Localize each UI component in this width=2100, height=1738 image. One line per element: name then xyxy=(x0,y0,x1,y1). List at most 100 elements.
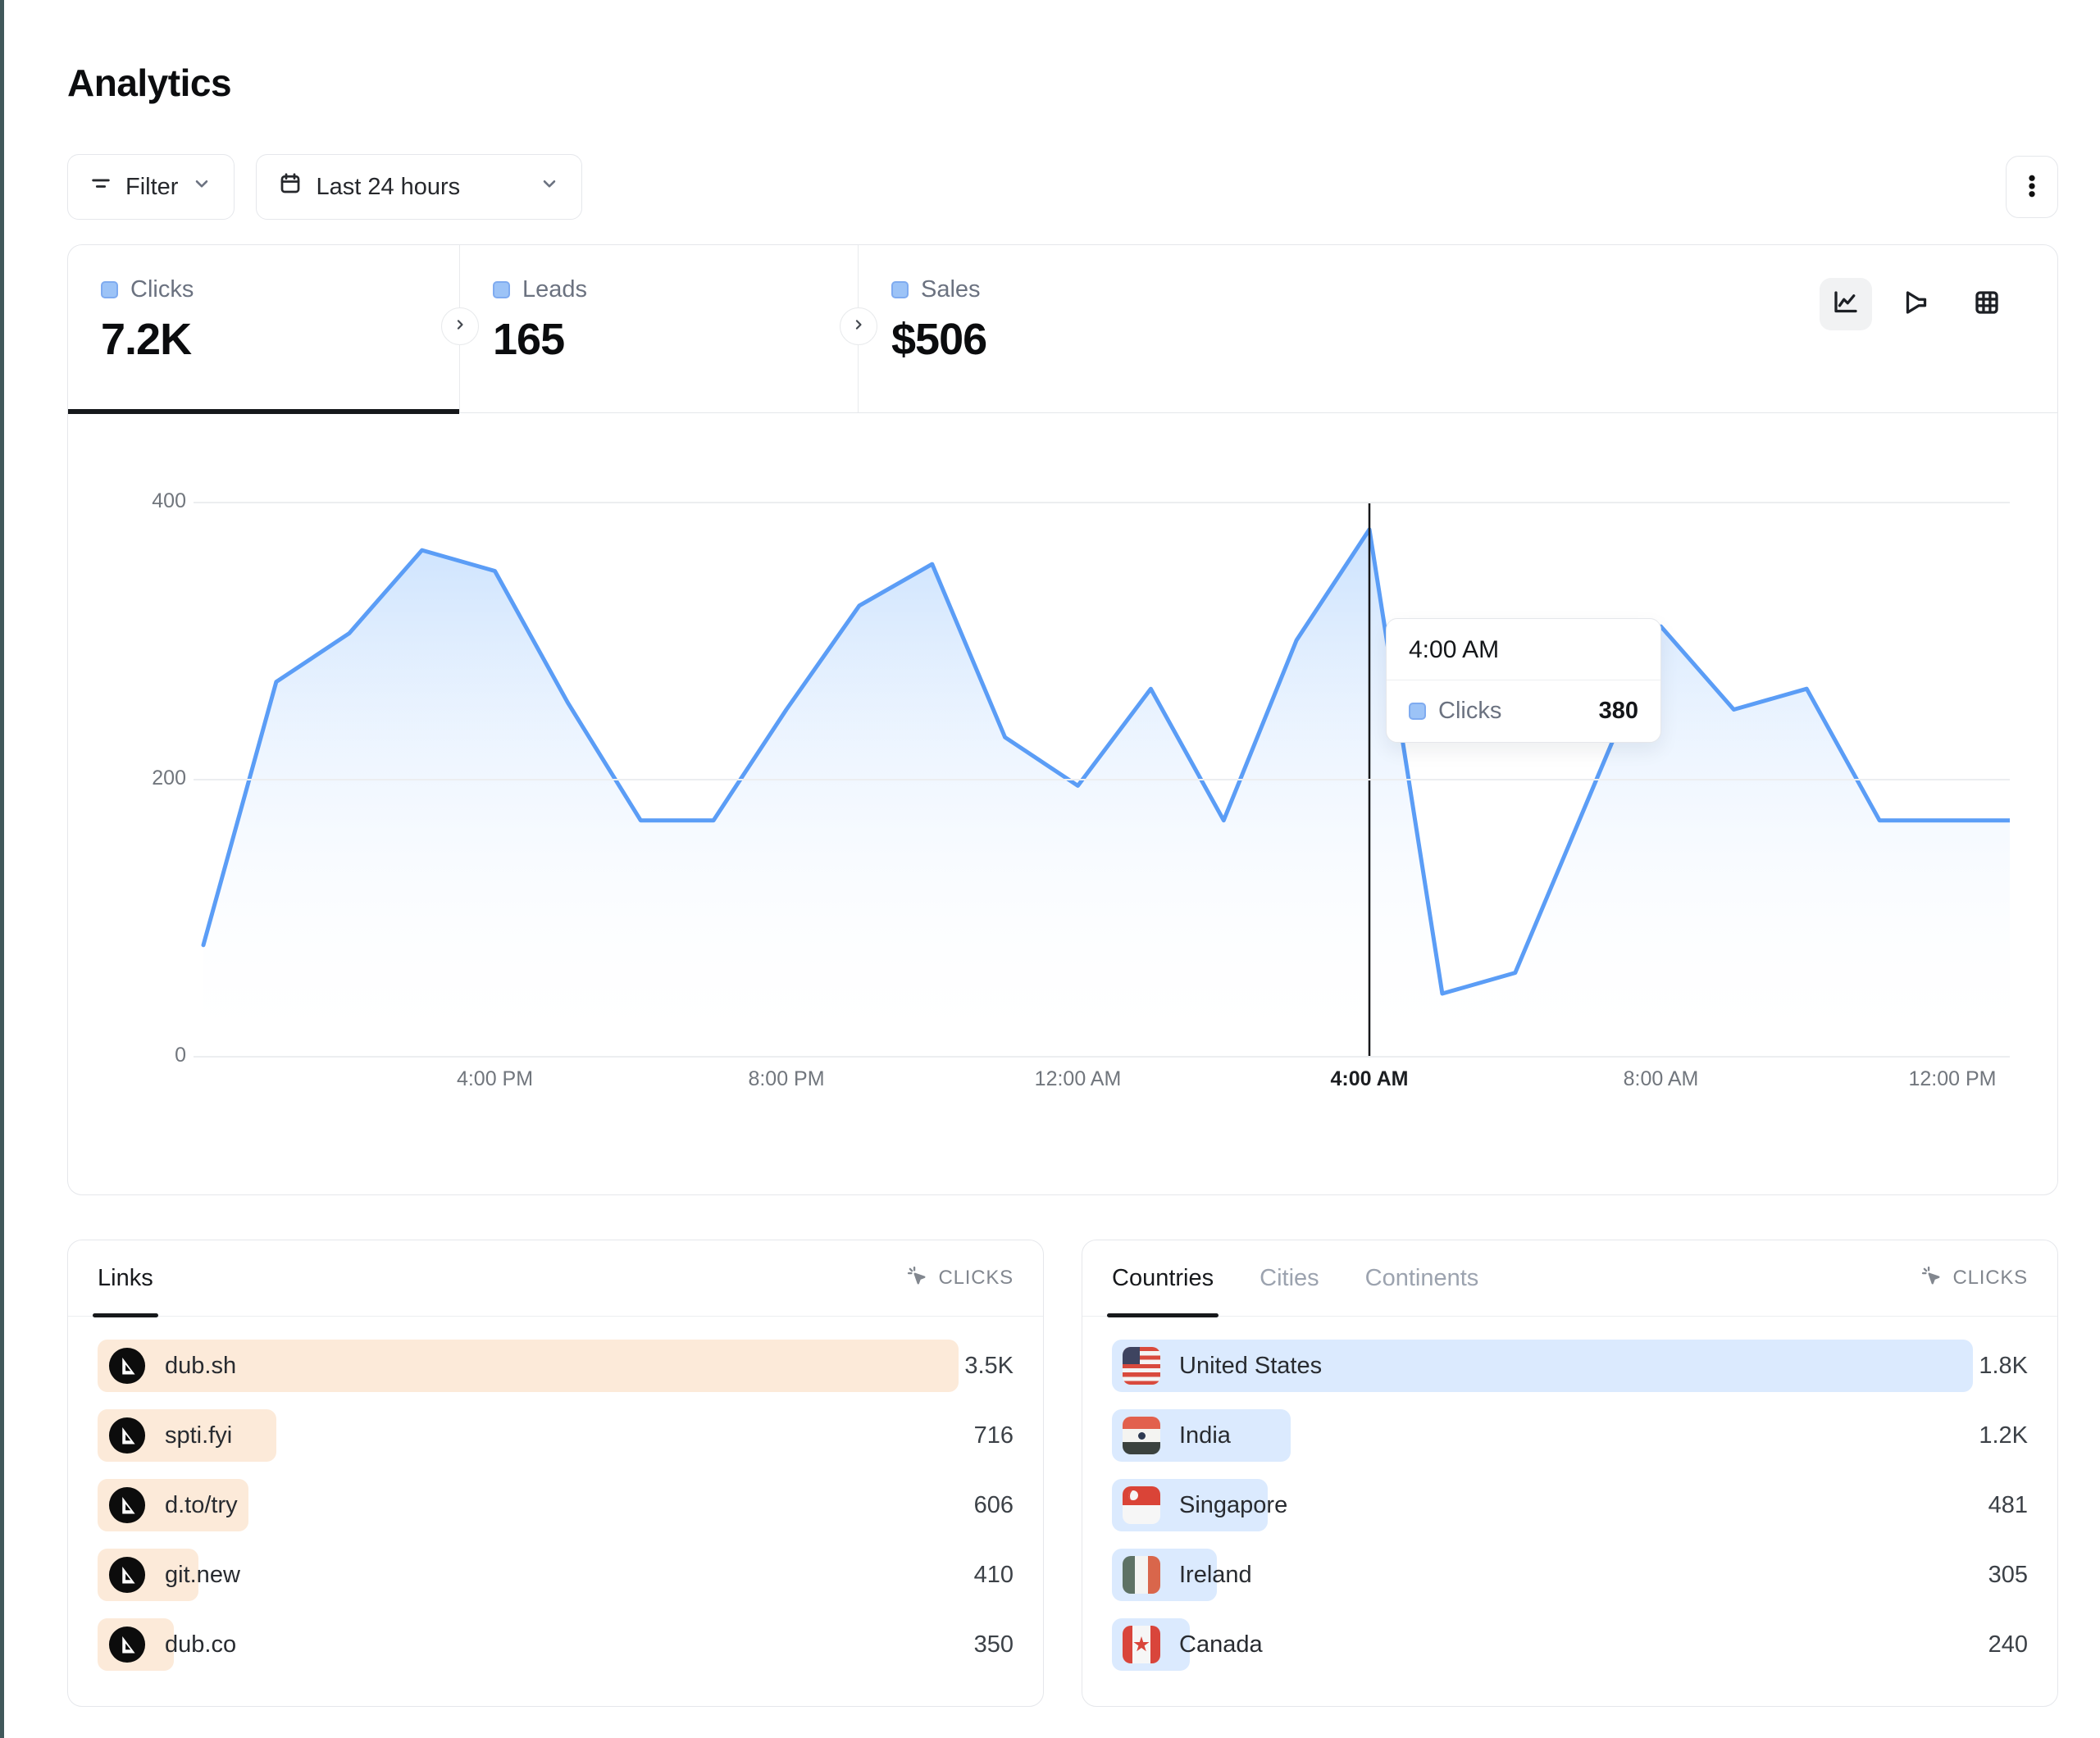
list-item[interactable]: United States 1.8K xyxy=(1112,1340,2028,1392)
calendar-icon xyxy=(278,171,303,202)
chart-type-switcher xyxy=(1820,278,2013,330)
list-item[interactable]: Ireland 305 xyxy=(1112,1549,2028,1601)
kebab-menu-icon xyxy=(2020,172,2044,202)
row-label: d.to/try xyxy=(165,1492,238,1519)
row-value: 410 xyxy=(974,1562,1014,1589)
x-axis-tick-label: 12:00 PM xyxy=(1908,1067,1996,1091)
row-icon xyxy=(108,1626,146,1663)
row-icon xyxy=(1123,1417,1160,1454)
cursor-click-icon xyxy=(905,1264,928,1293)
chart-tooltip: 4:00 AM Clicks 380 xyxy=(1386,618,1661,743)
list-item[interactable]: d.to/try 606 xyxy=(98,1479,1014,1531)
clicks-time-series-chart[interactable]: 4:00 AM Clicks 380 0 200 400 4:00 PM 8:00 PM… xyxy=(68,413,2057,1194)
row-icon xyxy=(108,1556,146,1594)
expand-clicks-button[interactable] xyxy=(441,307,479,345)
tab-countries[interactable]: Countries xyxy=(1112,1240,1214,1316)
clicks-legend-chip xyxy=(101,281,118,298)
filter-icon xyxy=(89,172,112,202)
list-item[interactable]: Singapore 481 xyxy=(1112,1479,2028,1531)
funnel-icon xyxy=(1902,288,1931,321)
clicks-value: 7.2K xyxy=(101,314,459,365)
list-item[interactable]: git.new 410 xyxy=(98,1549,1014,1601)
row-label: Singapore xyxy=(1179,1492,1287,1519)
dub-logo-icon xyxy=(108,1486,146,1524)
x-axis-tick-label: 12:00 AM xyxy=(1035,1067,1122,1091)
dub-logo-icon xyxy=(108,1347,146,1385)
list-item[interactable]: India 1.2K xyxy=(1112,1409,2028,1462)
tab-links-label: Links xyxy=(98,1265,153,1292)
tooltip-series-label: Clicks xyxy=(1438,698,1501,725)
toolbar: Filter Last 24 hours xyxy=(67,154,2058,220)
y-axis-tick-label: 200 xyxy=(114,767,186,790)
list-item[interactable]: dub.co 350 xyxy=(98,1618,1014,1671)
row-icon xyxy=(108,1417,146,1454)
date-range-button[interactable]: Last 24 hours xyxy=(256,154,582,220)
row-label: spti.fyi xyxy=(165,1422,232,1449)
countries-panel: Countries Cities Continents xyxy=(1082,1240,2058,1707)
tab-leads[interactable]: Leads 165 xyxy=(460,245,859,412)
tooltip-time: 4:00 AM xyxy=(1387,619,1660,680)
row-value: 1.8K xyxy=(1979,1353,2028,1380)
x-axis-tick-label: 4:00 PM xyxy=(457,1067,533,1091)
y-axis-tick-label: 0 xyxy=(114,1044,186,1067)
y-axis-tick-label: 400 xyxy=(114,489,186,513)
links-panel: Links CLICKS dub.sh 3.5K xyxy=(67,1240,1044,1707)
page-title: Analytics xyxy=(67,61,2058,105)
leads-label: Leads xyxy=(522,276,587,303)
row-value: 3.5K xyxy=(964,1353,1014,1380)
funnel-view-button[interactable] xyxy=(1890,278,1943,330)
row-icon xyxy=(1123,1486,1160,1524)
tab-countries-label: Countries xyxy=(1112,1265,1214,1292)
row-value: 1.2K xyxy=(1979,1422,2028,1449)
row-value: 716 xyxy=(974,1422,1014,1449)
more-options-button[interactable] xyxy=(2006,156,2058,218)
line-chart-view-button[interactable] xyxy=(1820,278,1872,330)
countries-list: United States 1.8K India 1.2K Singapore … xyxy=(1082,1317,2057,1671)
list-item[interactable]: dub.sh 3.5K xyxy=(98,1340,1014,1392)
ie-flag-icon xyxy=(1123,1556,1160,1594)
chevron-right-icon xyxy=(850,316,867,337)
metric-tabs: Clicks 7.2K Leads 165 Sales $506 xyxy=(68,245,2057,413)
countries-metric-toggle[interactable]: CLICKS xyxy=(1920,1264,2029,1293)
table-view-button[interactable] xyxy=(1961,278,2013,330)
leads-legend-chip xyxy=(493,281,510,298)
links-metric-label: CLICKS xyxy=(939,1267,1014,1290)
in-flag-icon xyxy=(1123,1417,1160,1454)
row-label: dub.sh xyxy=(165,1353,236,1380)
sales-label: Sales xyxy=(921,276,981,303)
chevron-right-icon xyxy=(452,316,468,337)
row-label: git.new xyxy=(165,1562,240,1589)
tab-continents[interactable]: Continents xyxy=(1365,1240,1479,1316)
gridline-y-400 xyxy=(194,502,2010,503)
leads-value: 165 xyxy=(493,314,858,365)
x-axis-tick-label: 8:00 PM xyxy=(748,1067,824,1091)
filter-button-label: Filter xyxy=(125,174,178,201)
list-item[interactable]: Canada 240 xyxy=(1112,1618,2028,1671)
tab-links[interactable]: Links xyxy=(98,1240,153,1316)
row-icon xyxy=(1123,1626,1160,1663)
chevron-down-icon xyxy=(191,173,212,201)
dub-logo-icon xyxy=(108,1556,146,1594)
expand-leads-button[interactable] xyxy=(840,307,877,345)
tab-clicks[interactable]: Clicks 7.2K xyxy=(68,245,460,412)
date-range-label: Last 24 hours xyxy=(316,174,460,201)
row-icon xyxy=(108,1486,146,1524)
list-item[interactable]: spti.fyi 716 xyxy=(98,1409,1014,1462)
links-metric-toggle[interactable]: CLICKS xyxy=(905,1264,1014,1293)
filter-button[interactable]: Filter xyxy=(67,154,235,220)
tooltip-legend-chip xyxy=(1409,703,1426,720)
row-label: Canada xyxy=(1179,1631,1263,1658)
tab-cities[interactable]: Cities xyxy=(1260,1240,1319,1316)
row-label: United States xyxy=(1179,1353,1322,1380)
analytics-card: Clicks 7.2K Leads 165 Sales $506 xyxy=(67,244,2058,1195)
tooltip-value: 380 xyxy=(1599,698,1638,725)
row-value: 240 xyxy=(1988,1631,2028,1658)
us-flag-icon xyxy=(1123,1347,1160,1385)
sidebar-edge-strip xyxy=(0,0,4,1738)
row-label: dub.co xyxy=(165,1631,236,1658)
gridline-y-200 xyxy=(194,779,2010,780)
row-value: 350 xyxy=(974,1631,1014,1658)
dub-logo-icon xyxy=(108,1417,146,1454)
row-icon xyxy=(1123,1556,1160,1594)
grid-table-icon xyxy=(1972,288,2002,321)
